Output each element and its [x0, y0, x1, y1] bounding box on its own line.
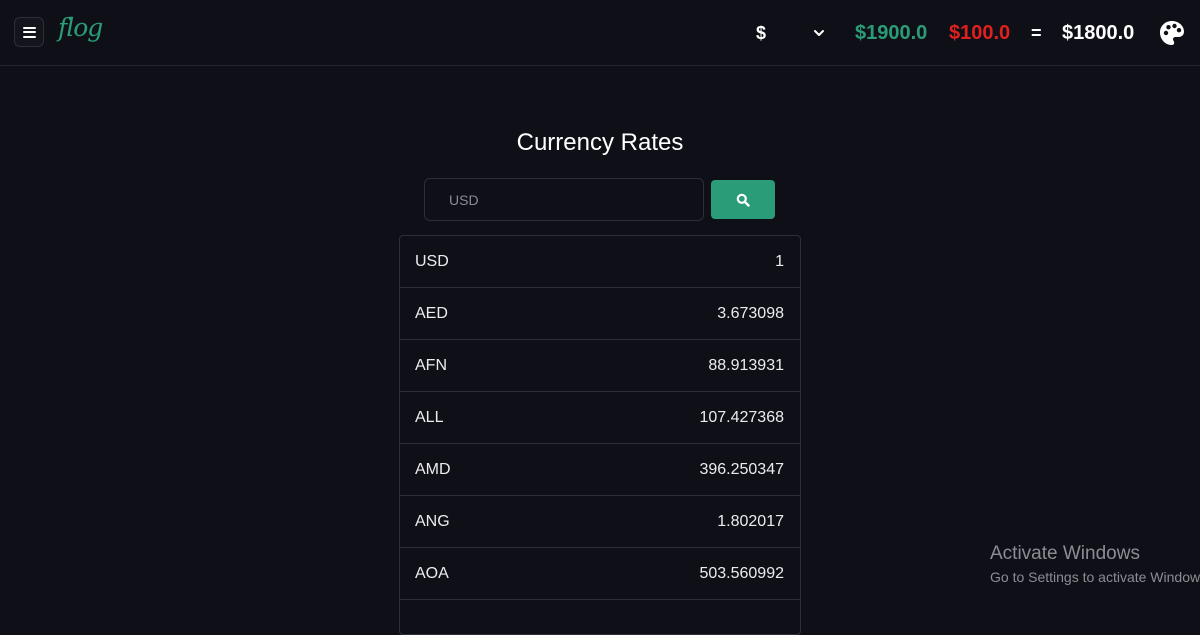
- search-icon: [736, 193, 750, 207]
- currency-code: AFN: [415, 356, 447, 374]
- currency-symbol: $: [756, 22, 767, 43]
- rate-row: AFN 88.913931: [400, 340, 800, 392]
- currency-code: AED: [415, 304, 448, 322]
- palette-icon[interactable]: [1158, 19, 1186, 47]
- top-navbar: flog $ $1900.0 $100.0 = $1800.0: [0, 0, 1200, 66]
- rate-row: AOA 503.560992: [400, 548, 800, 600]
- currency-code: USD: [415, 252, 449, 270]
- currency-code: AMD: [415, 460, 451, 478]
- rate-row: USD 1: [400, 236, 800, 288]
- currency-rate: 503.560992: [699, 564, 784, 582]
- income-total: $1900.0: [855, 22, 928, 44]
- expense-total: $100.0: [949, 22, 1011, 44]
- page-title: Currency Rates: [516, 129, 684, 156]
- watermark-title: Activate Windows: [990, 543, 1140, 564]
- currency-code: AOA: [415, 564, 449, 582]
- windows-activation-watermark: Activate Windows Go to Settings to activ…: [990, 543, 1200, 589]
- currency-rates-table: USD 1 AED 3.673098 AFN 88.913931 ALL 107…: [399, 235, 801, 635]
- currency-rate: 88.913931: [708, 356, 784, 374]
- rate-row: ANG 1.802017: [400, 496, 800, 548]
- equals-sign: =: [1031, 23, 1042, 43]
- currency-code: ANG: [415, 512, 450, 530]
- hamburger-menu-icon: [22, 26, 36, 38]
- currency-rate: 1: [775, 252, 784, 270]
- rate-row: AED 3.673098: [400, 288, 800, 340]
- search-button[interactable]: [711, 180, 775, 219]
- currency-search-input[interactable]: [424, 178, 704, 221]
- balance-total: $1800.0: [1062, 22, 1135, 44]
- app-logo[interactable]: flog: [58, 13, 103, 42]
- currency-rate: 396.250347: [699, 460, 784, 478]
- rate-row: AMD 396.250347: [400, 444, 800, 496]
- chevron-down-icon: [814, 30, 824, 36]
- watermark-subtitle: Go to Settings to activate Windows.: [990, 569, 1200, 585]
- currency-select[interactable]: $: [750, 18, 830, 48]
- currency-rate: 1.802017: [717, 512, 784, 530]
- rate-row: ALL 107.427368: [400, 392, 800, 444]
- currency-rate: 3.673098: [717, 304, 784, 322]
- currency-code: ALL: [415, 408, 444, 426]
- currency-rate: 107.427368: [699, 408, 784, 426]
- menu-button[interactable]: [14, 17, 44, 47]
